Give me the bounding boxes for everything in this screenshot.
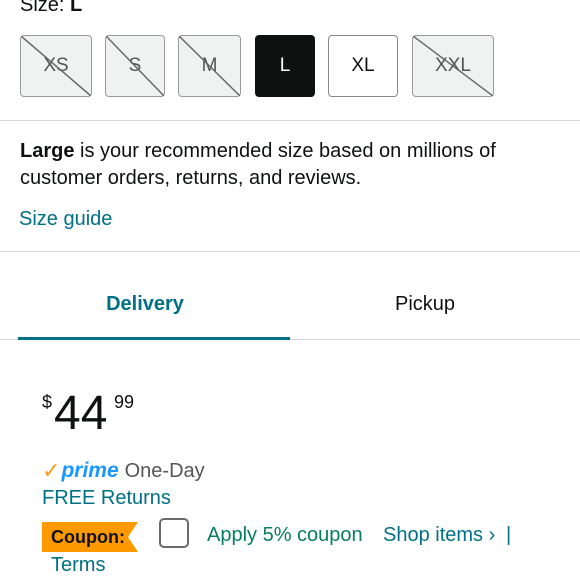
unavailable-strike-icon	[413, 36, 493, 96]
coupon-badge-label: Coupon:	[51, 527, 125, 547]
free-returns-link[interactable]: FREE Returns	[42, 487, 171, 510]
size-label: Size: L	[20, 0, 82, 17]
shipping-speed: One-Day	[124, 459, 205, 482]
size-option-xxl[interactable]: XXL	[412, 35, 494, 97]
price-fraction: 99	[114, 392, 135, 412]
size-option-m[interactable]: M	[178, 35, 241, 97]
shop-items-link[interactable]: Shop items ›	[383, 524, 495, 547]
size-option-label: L	[279, 55, 291, 76]
recommended-size: Large	[20, 140, 75, 162]
size-guide-link[interactable]: Size guide	[19, 208, 112, 231]
price-currency-symbol: $	[42, 392, 53, 412]
size-option-s[interactable]: S	[105, 35, 165, 97]
terms-link[interactable]: Terms	[51, 554, 105, 577]
prime-check-icon: ✓	[42, 458, 61, 483]
apply-coupon-label[interactable]: Apply 5% coupon	[207, 524, 363, 547]
size-label-prefix: Size:	[20, 0, 65, 16]
tab-delivery[interactable]: Delivery	[0, 293, 290, 316]
size-option-xs[interactable]: XS	[20, 35, 92, 97]
unavailable-strike-icon	[21, 36, 91, 96]
unavailable-strike-icon	[179, 36, 240, 96]
divider	[0, 251, 580, 252]
recommendation-text: is your recommended size based on millio…	[20, 140, 496, 189]
unavailable-strike-icon	[106, 36, 164, 96]
size-option-xl[interactable]: XL	[328, 35, 398, 97]
prime-logo: prime	[61, 459, 119, 482]
divider	[0, 120, 580, 121]
size-recommendation: Large is your recommended size based on …	[20, 138, 560, 192]
prime-shipping: ✓ prime One-Day	[42, 458, 205, 484]
coupon-checkbox[interactable]	[159, 518, 189, 548]
price-whole: 44	[54, 387, 108, 440]
size-option-l[interactable]: L	[255, 35, 315, 97]
selected-size-value: L	[70, 0, 83, 16]
size-option-label: XL	[351, 55, 375, 76]
active-tab-indicator	[18, 337, 290, 340]
tab-pickup[interactable]: Pickup	[290, 293, 560, 316]
separator: |	[506, 524, 512, 546]
